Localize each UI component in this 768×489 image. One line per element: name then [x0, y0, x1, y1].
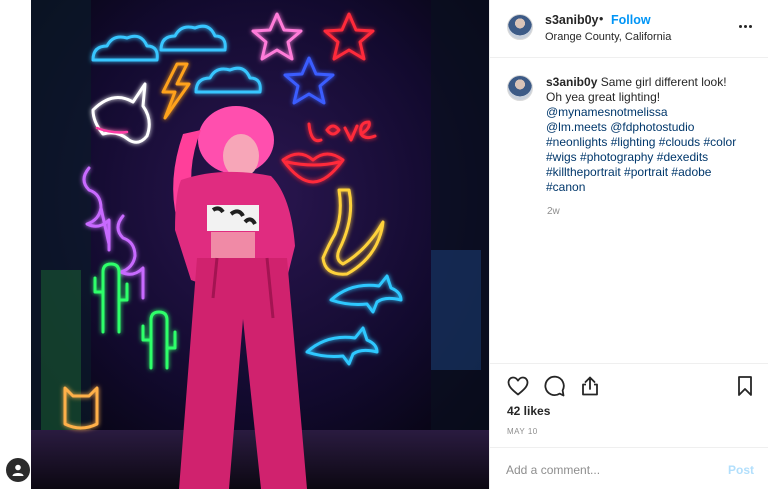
mention-link[interactable]: @mynamesnotmelissa	[546, 105, 668, 119]
hashtag-link[interactable]: #portrait	[624, 165, 668, 179]
more-dot-icon	[749, 25, 752, 28]
save-button[interactable]	[733, 374, 757, 398]
likes-count[interactable]: 42 likes	[507, 404, 550, 418]
caption-line1: Same girl different look!	[600, 75, 727, 89]
page-left-margin	[0, 0, 31, 489]
mention-link[interactable]: @fdphotostudio	[610, 120, 694, 134]
mention-link[interactable]: @lm.meets	[546, 120, 607, 134]
more-dot-icon	[744, 25, 747, 28]
share-icon	[582, 376, 598, 396]
post-photo[interactable]	[31, 0, 489, 489]
hashtag-link[interactable]: #neonlights	[546, 135, 607, 149]
caption-time[interactable]: 2w	[547, 206, 560, 217]
share-button[interactable]	[578, 374, 602, 398]
avatar[interactable]	[507, 14, 533, 40]
comment-input[interactable]	[506, 461, 706, 479]
hashtag-link[interactable]: #clouds	[659, 135, 700, 149]
hashtag-link[interactable]: #wigs	[546, 150, 577, 164]
hashtag-link[interactable]: #photography	[580, 150, 653, 164]
caption-avatar[interactable]	[507, 75, 533, 101]
more-options-button[interactable]	[738, 20, 754, 34]
post-header: s3anib0y • Follow Orange County, Califor…	[490, 0, 768, 58]
heart-icon	[507, 376, 529, 396]
hashtag-link[interactable]: #canon	[546, 180, 585, 194]
user-icon	[12, 464, 24, 476]
neon-lights-portrait-image	[31, 0, 489, 489]
post-comment-button[interactable]: Post	[728, 463, 754, 477]
header-separator: •	[599, 12, 604, 26]
hashtag-link[interactable]: #adobe	[671, 165, 711, 179]
hashtag-link[interactable]: #color	[704, 135, 737, 149]
more-dot-icon	[739, 25, 742, 28]
hashtag-link[interactable]: #dexedits	[657, 150, 708, 164]
caption-line2: Oh yea great lighting!	[546, 90, 661, 104]
header-username[interactable]: s3anib0y	[545, 13, 599, 27]
action-bar: 42 likes MAY 10	[490, 363, 768, 447]
location-link[interactable]: Orange County, California	[545, 31, 671, 43]
comment-bar: Post	[490, 447, 768, 489]
post-side-panel: s3anib0y • Follow Orange County, Califor…	[489, 0, 768, 489]
follow-button[interactable]: Follow	[611, 13, 651, 27]
like-button[interactable]	[506, 374, 530, 398]
hashtag-link[interactable]: #killtheportrait	[546, 165, 621, 179]
profile-button[interactable]	[6, 458, 30, 482]
caption-username[interactable]: s3anib0y	[546, 75, 597, 89]
comment-icon	[544, 375, 565, 397]
comment-button[interactable]	[542, 374, 566, 398]
post-date: MAY 10	[507, 427, 538, 436]
bookmark-icon	[738, 376, 752, 396]
caption-text: s3anib0y Same girl different look! Oh ye…	[546, 75, 756, 195]
hashtag-link[interactable]: #lighting	[611, 135, 656, 149]
caption-block: s3anib0y Same girl different look! Oh ye…	[490, 58, 768, 363]
